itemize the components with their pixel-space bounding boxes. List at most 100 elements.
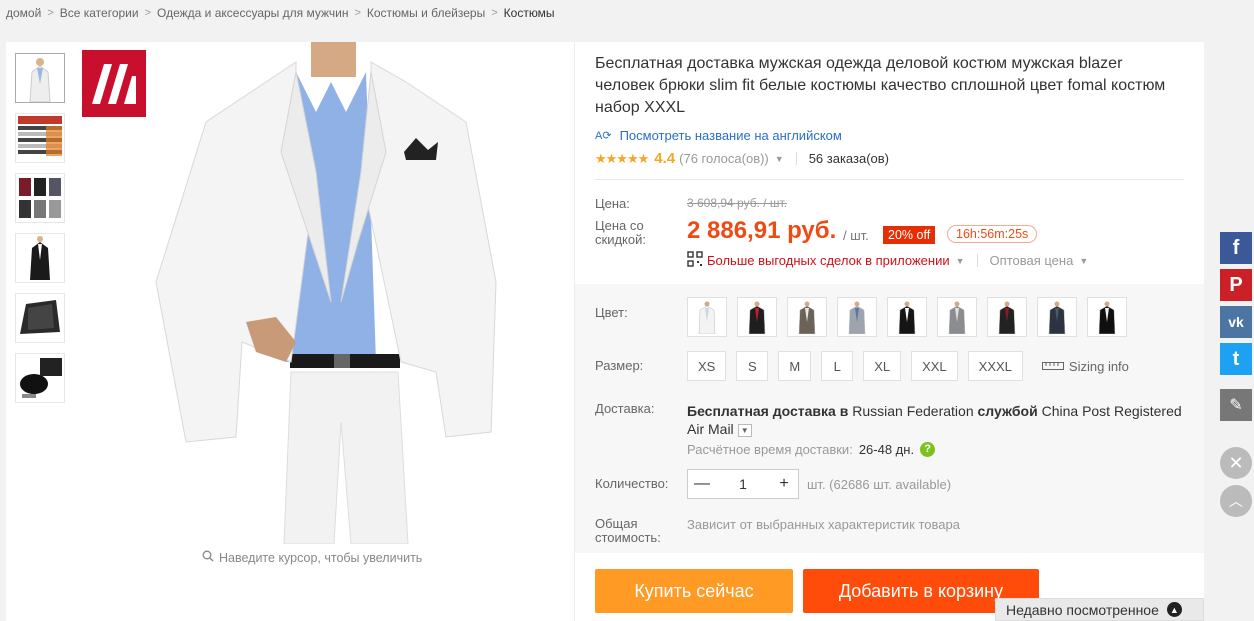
orders-count: 56 заказа(ов)	[808, 151, 889, 166]
shipping-via: службой	[977, 403, 1038, 419]
pinterest-share-icon[interactable]: P	[1220, 269, 1252, 301]
size-option-xl[interactable]: XL	[863, 351, 902, 381]
sizing-info-link[interactable]: Sizing info	[1041, 359, 1129, 374]
countdown-timer: 16h:56m:25s	[947, 225, 1038, 243]
total-label: Общая стоимость:	[595, 516, 661, 545]
rating-row: ★★★★★ 4.4 (76 голоса(ов)) ▼ 56 заказа(ов…	[595, 150, 889, 167]
quantity-input[interactable]: 1	[716, 476, 770, 492]
quantity-increase-button[interactable]: +	[770, 475, 798, 493]
shipping-dropdown-icon[interactable]: ▼	[737, 423, 752, 437]
breadcrumb-all-categories[interactable]: Все категории	[60, 6, 139, 20]
color-swatch-light-grey[interactable]	[837, 297, 877, 337]
size-option-xxxl[interactable]: XXXL	[967, 351, 1023, 381]
divider	[976, 254, 978, 267]
size-option-xxl[interactable]: XXL	[911, 351, 958, 381]
chevron-down-icon[interactable]: ▼	[775, 154, 784, 164]
breadcrumb-suits-blazers[interactable]: Костюмы и блейзеры	[367, 6, 485, 20]
size-option-l[interactable]: L	[821, 351, 854, 381]
swatch-image	[690, 300, 724, 334]
breadcrumb-current: Костюмы	[503, 6, 555, 20]
thumbnail-3[interactable]	[15, 173, 65, 223]
color-swatch-grey[interactable]	[937, 297, 977, 337]
facebook-glyph: f	[1232, 236, 1240, 259]
color-swatch-black[interactable]	[1087, 297, 1127, 337]
divider	[595, 179, 1184, 180]
size-label: Размер:	[595, 358, 644, 373]
size-option-s[interactable]: S	[736, 351, 769, 381]
pinterest-glyph: P	[1229, 273, 1243, 296]
breadcrumb-separator: >	[491, 7, 498, 19]
caret-down-icon[interactable]: ▼	[1079, 256, 1088, 266]
brand-logo	[82, 50, 149, 117]
thumbnail-1[interactable]	[15, 53, 65, 103]
twitter-share-icon[interactable]: t	[1220, 343, 1252, 375]
zoom-hint: Наведите курсор, чтобы увеличить	[202, 550, 422, 565]
help-icon[interactable]: ?	[920, 442, 936, 457]
sizing-info-text[interactable]: Sizing info	[1069, 359, 1129, 374]
product-detail: Бесплатная доставка мужская одежда делов…	[575, 42, 1204, 621]
color-swatch-black-white[interactable]	[887, 297, 927, 337]
discount-price: 2 886,91 руб.	[687, 217, 837, 244]
size-option-xs[interactable]: XS	[687, 351, 727, 381]
thumbnail-4[interactable]	[15, 233, 65, 283]
facebook-share-icon[interactable]: f	[1220, 232, 1252, 264]
per-unit: / шт.	[843, 228, 869, 243]
buy-now-button[interactable]: Купить сейчас	[595, 569, 793, 613]
thumbnail-5[interactable]	[15, 293, 65, 343]
recently-viewed-label: Недавно посмотренное	[1006, 601, 1159, 618]
color-swatch-black-wine[interactable]	[987, 297, 1027, 337]
main-product-image[interactable]	[146, 42, 506, 544]
close-icon[interactable]: ✕	[1220, 447, 1252, 479]
price-label: Цена:	[595, 196, 630, 211]
original-price: 3 608,94 руб. / шт.	[687, 196, 788, 210]
breadcrumb-separator: >	[144, 7, 152, 19]
wholesale-price-link[interactable]: Оптовая цена	[990, 253, 1074, 268]
discount-price-label: Цена со скидкой:	[595, 218, 646, 247]
color-swatch-white[interactable]	[687, 297, 727, 337]
app-deals-row: Больше выгодных сделок в приложении ▼ Оп…	[687, 251, 1088, 270]
shipping-label: Доставка:	[595, 401, 655, 416]
votes-count[interactable]: (76 голоса(ов))	[679, 151, 769, 166]
swatch-image	[790, 300, 824, 334]
breadcrumb-separator: >	[354, 7, 361, 19]
zoom-hint-text: Наведите курсор, чтобы увеличить	[219, 550, 423, 565]
scroll-top-icon[interactable]: ︿	[1220, 485, 1252, 517]
total-note: Зависит от выбранных характеристик товар…	[687, 517, 960, 532]
breadcrumb-mens-clothing[interactable]: Одежда и аксессуары для мужчин	[157, 6, 348, 20]
divider	[795, 152, 797, 165]
thumbnail-6[interactable]	[15, 353, 65, 403]
edit-icon[interactable]: ✎	[1220, 389, 1252, 421]
quantity-label: Количество:	[595, 476, 669, 491]
chevron-up-icon[interactable]: ▲	[1166, 602, 1182, 617]
breadcrumb: домой > Все категории > Одежда и аксессу…	[6, 4, 555, 22]
quantity-stepper: — 1 +	[687, 469, 799, 499]
size-option-m[interactable]: M	[778, 351, 812, 381]
delivery-time-label: Расчётное время доставки:	[687, 442, 853, 457]
vk-share-icon[interactable]: vk	[1220, 306, 1252, 338]
quantity-decrease-button[interactable]: —	[688, 475, 716, 493]
translate-icon: A⟳	[595, 130, 612, 142]
thumbnail-2[interactable]	[15, 113, 65, 163]
rating-stars: ★★★★★	[595, 150, 649, 166]
recently-viewed-bar[interactable]: Недавно посмотренное ▲	[995, 598, 1204, 621]
qr-code-icon	[687, 251, 703, 270]
swatch-image	[940, 300, 974, 334]
color-swatch-grey-brown[interactable]	[787, 297, 827, 337]
breadcrumb-separator: >	[47, 7, 54, 19]
color-label: Цвет:	[595, 305, 628, 320]
app-deals-link[interactable]: Больше выгодных сделок в приложении	[707, 253, 950, 268]
magnifier-icon	[202, 550, 214, 565]
breadcrumb-home[interactable]: домой	[6, 6, 41, 20]
shipping-info: Бесплатная доставка в Russian Federation…	[687, 402, 1187, 438]
translate-link[interactable]: A⟳ Посмотреть название на английском	[595, 128, 842, 143]
product-title: Бесплатная доставка мужская одежда делов…	[595, 55, 1166, 116]
color-swatch-navy-check[interactable]	[1037, 297, 1077, 337]
product-panel: Наведите курсор, чтобы увеличить Бесплат…	[6, 42, 1204, 621]
translate-link-text[interactable]: Посмотреть название на английском	[620, 128, 842, 143]
caret-down-icon[interactable]: ▼	[956, 256, 965, 266]
vk-glyph: vk	[1228, 314, 1244, 330]
color-swatch-black-red[interactable]	[737, 297, 777, 337]
swatch-image	[1090, 300, 1124, 334]
rating-value: 4.4	[654, 150, 676, 167]
shipping-free-text: Бесплатная доставка в	[687, 403, 849, 419]
